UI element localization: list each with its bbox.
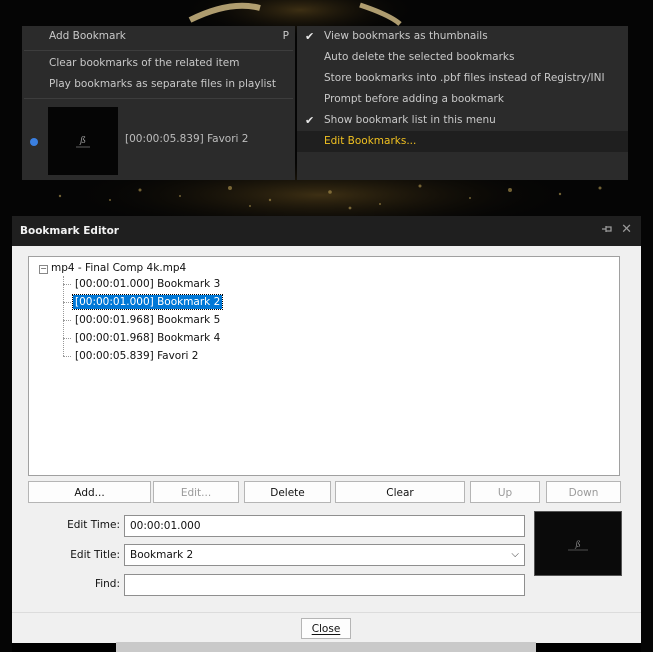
tree-root-node[interactable]: − mp4 - Final Comp 4k.mp4: [39, 262, 186, 274]
menu-item-prompt-before-adding[interactable]: Prompt before adding a bookmark: [297, 89, 628, 110]
tree-item-selected[interactable]: [00:00:01.000] Bookmark 2: [63, 294, 224, 310]
tree-item-label: [00:00:05.839] Favori 2: [75, 350, 199, 362]
tree-item-label: [00:00:01.000] Bookmark 3: [75, 278, 221, 290]
up-button[interactable]: Up: [470, 481, 540, 503]
menu-item-show-bookmark-list[interactable]: ✔ Show bookmark list in this menu: [297, 110, 628, 131]
tree-item[interactable]: [00:00:01.968] Bookmark 5: [63, 314, 222, 326]
menu-item-label: Clear bookmarks of the related item: [49, 57, 240, 69]
menu-item-clear-bookmarks[interactable]: Clear bookmarks of the related item: [22, 53, 295, 74]
context-menu-bookmark-options: ✔ View bookmarks as thumbnails Auto dele…: [297, 26, 628, 180]
menu-separator: [24, 50, 293, 51]
find-label: Find:: [94, 578, 120, 590]
checkmark-icon: ✔: [305, 30, 315, 43]
dialog-footer: Close: [12, 612, 641, 645]
bookmark-editor-dialog: − mp4 - Final Comp 4k.mp4 [00:00:01.000] …: [12, 246, 641, 645]
menu-item-shortcut: P: [282, 30, 289, 42]
bookmark-tree[interactable]: − mp4 - Final Comp 4k.mp4 [00:00:01.000] …: [28, 256, 620, 476]
menu-item-auto-delete[interactable]: Auto delete the selected bookmarks: [297, 47, 628, 68]
menu-item-edit-bookmarks[interactable]: Edit Bookmarks...: [297, 131, 628, 152]
menu-item-label: Store bookmarks into .pbf files instead …: [324, 72, 605, 84]
svg-text:ß: ß: [574, 540, 580, 549]
edit-time-label: Edit Time:: [67, 519, 120, 531]
close-button-label: Close: [311, 623, 341, 635]
video-caption-fragment: [116, 642, 536, 652]
pin-icon[interactable]: [601, 224, 613, 237]
bookmark-thumbnail: ß: [48, 107, 118, 175]
tree-item-label: [00:00:01.000] Bookmark 2: [71, 294, 224, 310]
tree-item[interactable]: [00:00:01.000] Bookmark 3: [63, 278, 222, 290]
menu-item-label: Show bookmark list in this menu: [324, 114, 496, 126]
tree-item-label: [00:00:01.968] Bookmark 4: [75, 332, 221, 344]
clear-button[interactable]: Clear: [335, 481, 465, 503]
bookmark-editor-titlebar[interactable]: Bookmark Editor ✕: [12, 216, 641, 246]
menu-separator: [24, 98, 293, 99]
add-button[interactable]: Add...: [28, 481, 151, 503]
close-icon[interactable]: ✕: [621, 222, 632, 237]
checkmark-icon: ✔: [305, 114, 315, 127]
tree-root-label: mp4 - Final Comp 4k.mp4: [51, 262, 187, 274]
edit-button[interactable]: Edit...: [153, 481, 239, 503]
menu-item-label: Edit Bookmarks...: [324, 135, 417, 147]
collapse-toggle-icon[interactable]: −: [39, 265, 48, 274]
menu-item-label: Add Bookmark: [49, 30, 126, 42]
menu-item-add-bookmark[interactable]: Add Bookmark P: [22, 26, 295, 47]
down-button[interactable]: Down: [546, 481, 621, 503]
menu-item-play-bookmarks-separate[interactable]: Play bookmarks as separate files in play…: [22, 74, 295, 95]
edit-title-combobox[interactable]: Bookmark 2 ⌵: [124, 544, 525, 566]
bookmark-label: [00:00:05.839] Favori 2: [125, 133, 249, 145]
find-input[interactable]: [124, 574, 525, 596]
close-button[interactable]: Close: [301, 618, 351, 639]
menu-item-label: View bookmarks as thumbnails: [324, 30, 488, 42]
delete-button[interactable]: Delete: [244, 481, 331, 503]
menu-item-bookmark-favori-2[interactable]: ß [00:00:05.839] Favori 2: [22, 105, 295, 180]
edit-title-value: Bookmark 2: [130, 549, 194, 561]
menu-item-store-pbf[interactable]: Store bookmarks into .pbf files instead …: [297, 68, 628, 89]
tree-item[interactable]: [00:00:05.839] Favori 2: [63, 350, 200, 362]
menu-item-label: Play bookmarks as separate files in play…: [49, 78, 276, 90]
edit-title-label: Edit Title:: [70, 549, 120, 561]
radio-dot-icon: [30, 138, 38, 146]
tree-item[interactable]: [00:00:01.968] Bookmark 4: [63, 332, 222, 344]
svg-text:ß: ß: [79, 136, 86, 146]
bookmark-preview-thumbnail: ß: [534, 511, 622, 576]
chevron-down-icon[interactable]: ⌵: [511, 545, 519, 565]
context-menu-left: Add Bookmark P Clear bookmarks of the re…: [22, 26, 295, 180]
edit-time-field[interactable]: 00:00:01.000: [124, 515, 525, 537]
tree-item-label: [00:00:01.968] Bookmark 5: [75, 314, 221, 326]
menu-item-label: Prompt before adding a bookmark: [324, 93, 504, 105]
menu-item-view-thumbnails[interactable]: ✔ View bookmarks as thumbnails: [297, 26, 628, 47]
menu-item-label: Auto delete the selected bookmarks: [324, 51, 515, 63]
window-title: Bookmark Editor: [20, 225, 119, 237]
